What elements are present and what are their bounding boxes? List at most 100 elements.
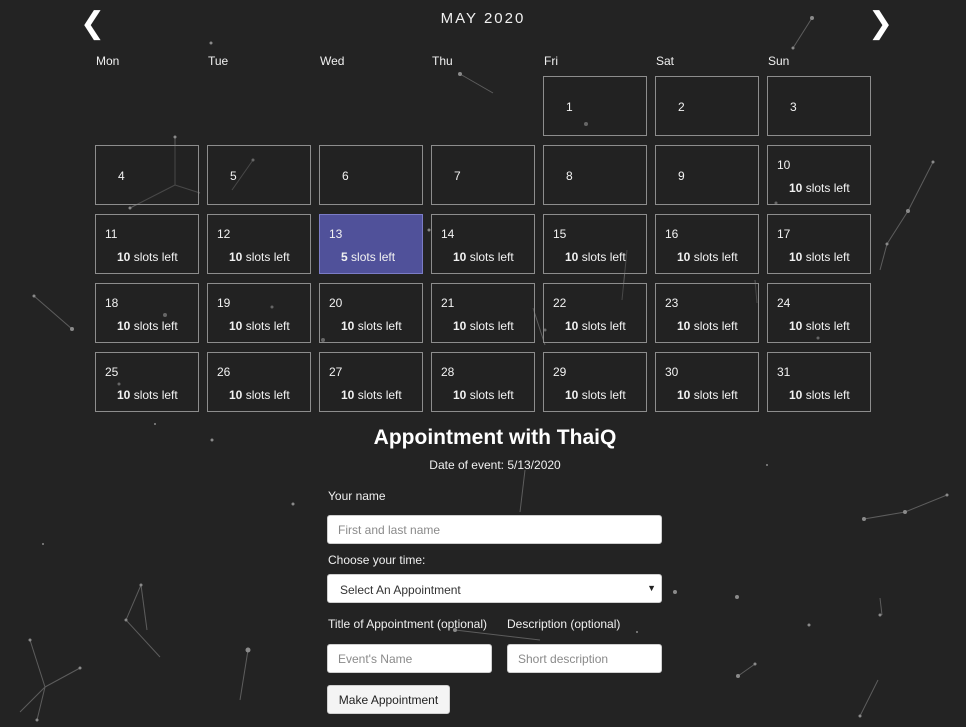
slots-left-label: 10 slots left (117, 250, 178, 264)
slots-count: 10 (341, 388, 355, 402)
appointment-time-select[interactable]: Select An Appointment ▼ (327, 574, 662, 603)
day-number: 11 (105, 227, 118, 241)
day-cell[interactable]: 1 (543, 76, 647, 136)
slots-left-label: 10 slots left (341, 388, 402, 402)
make-appointment-button[interactable]: Make Appointment (327, 685, 450, 714)
day-cell[interactable]: 6 (319, 145, 423, 205)
day-cell[interactable]: 7 (431, 145, 535, 205)
slots-count: 10 (677, 319, 691, 333)
day-number: 2 (678, 100, 685, 114)
day-cell[interactable]: 10 10 slots left (767, 145, 871, 205)
slots-text: slots left (357, 388, 402, 402)
day-number: 17 (777, 227, 791, 241)
slots-left-label: 10 slots left (677, 250, 738, 264)
day-cell[interactable]: 16 10 slots left (655, 214, 759, 274)
name-input[interactable] (327, 515, 662, 544)
day-cell[interactable]: 14 10 slots left (431, 214, 535, 274)
slots-text: slots left (805, 181, 850, 195)
slots-left-label: 10 slots left (677, 319, 738, 333)
day-number: 1 (566, 100, 573, 114)
slots-text: slots left (469, 388, 514, 402)
day-cell[interactable]: 18 10 slots left (95, 283, 199, 343)
weekday-header: Wed (320, 54, 345, 68)
month-title: MAY 2020 (440, 10, 526, 27)
day-cell[interactable]: 15 10 slots left (543, 214, 647, 274)
slots-left-label: 10 slots left (229, 388, 290, 402)
slots-text: slots left (805, 319, 850, 333)
day-cell[interactable]: 2 (655, 76, 759, 136)
day-cell[interactable]: 20 10 slots left (319, 283, 423, 343)
day-cell[interactable]: 25 10 slots left (95, 352, 199, 412)
slots-count: 10 (789, 250, 803, 264)
day-cell[interactable]: 29 10 slots left (543, 352, 647, 412)
slots-text: slots left (245, 250, 290, 264)
day-number: 9 (678, 169, 685, 183)
slots-text: slots left (469, 319, 514, 333)
slots-left-label: 10 slots left (789, 250, 850, 264)
day-cell[interactable]: 26 10 slots left (207, 352, 311, 412)
day-cell[interactable]: 23 10 slots left (655, 283, 759, 343)
day-cell[interactable]: 24 10 slots left (767, 283, 871, 343)
day-number: 31 (777, 365, 791, 379)
slots-count: 10 (789, 319, 803, 333)
day-number: 13 (329, 227, 343, 241)
slots-count: 10 (453, 250, 467, 264)
day-cell[interactable]: 21 10 slots left (431, 283, 535, 343)
day-number: 10 (777, 158, 791, 172)
day-number: 27 (329, 365, 343, 379)
day-cell[interactable]: 19 10 slots left (207, 283, 311, 343)
day-cell[interactable]: 11 10 slots left (95, 214, 199, 274)
slots-text: slots left (133, 388, 178, 402)
day-number: 30 (665, 365, 679, 379)
slots-count: 10 (117, 250, 131, 264)
slots-text: slots left (693, 250, 738, 264)
day-number: 18 (105, 296, 119, 310)
slots-text: slots left (805, 250, 850, 264)
name-label: Your name (328, 489, 386, 503)
day-cell[interactable]: 27 10 slots left (319, 352, 423, 412)
slots-count: 10 (677, 250, 691, 264)
day-number: 4 (118, 169, 125, 183)
day-number: 28 (441, 365, 455, 379)
slots-text: slots left (693, 388, 738, 402)
day-cell[interactable]: 9 (655, 145, 759, 205)
day-cell[interactable]: 30 10 slots left (655, 352, 759, 412)
slots-text: slots left (805, 388, 850, 402)
day-number: 3 (790, 100, 797, 114)
slots-text: slots left (245, 388, 290, 402)
slots-count: 10 (565, 250, 579, 264)
slots-count: 10 (789, 181, 803, 195)
day-cell[interactable]: 13 5 slots left (319, 214, 423, 274)
day-cell[interactable]: 28 10 slots left (431, 352, 535, 412)
day-cell[interactable]: 12 10 slots left (207, 214, 311, 274)
day-cell[interactable]: 4 (95, 145, 199, 205)
slots-left-label: 10 slots left (229, 250, 290, 264)
day-number: 29 (553, 365, 567, 379)
slots-left-label: 10 slots left (789, 181, 850, 195)
day-cell[interactable]: 22 10 slots left (543, 283, 647, 343)
day-cell[interactable]: 5 (207, 145, 311, 205)
slots-left-label: 10 slots left (565, 319, 626, 333)
dropdown-caret-icon: ▼ (647, 583, 656, 593)
slots-left-label: 10 slots left (117, 319, 178, 333)
day-number: 16 (665, 227, 679, 241)
appointment-title: Appointment with ThaiQ (373, 426, 617, 449)
weekday-header: Thu (432, 54, 453, 68)
day-cell[interactable]: 8 (543, 145, 647, 205)
day-number: 8 (566, 169, 573, 183)
slots-count: 10 (117, 319, 131, 333)
slots-text: slots left (351, 250, 396, 264)
weekday-header: Tue (208, 54, 229, 68)
description-input[interactable] (507, 644, 662, 673)
event-name-input[interactable] (327, 644, 492, 673)
slots-text: slots left (133, 319, 178, 333)
next-month-icon[interactable]: ❯ (868, 9, 893, 39)
day-number: 26 (217, 365, 231, 379)
empty-day-cell (431, 76, 535, 136)
slots-left-label: 10 slots left (117, 388, 178, 402)
day-cell[interactable]: 31 10 slots left (767, 352, 871, 412)
day-cell[interactable]: 17 10 slots left (767, 214, 871, 274)
day-cell[interactable]: 3 (767, 76, 871, 136)
empty-day-cell (207, 76, 311, 136)
slots-count: 10 (229, 319, 243, 333)
